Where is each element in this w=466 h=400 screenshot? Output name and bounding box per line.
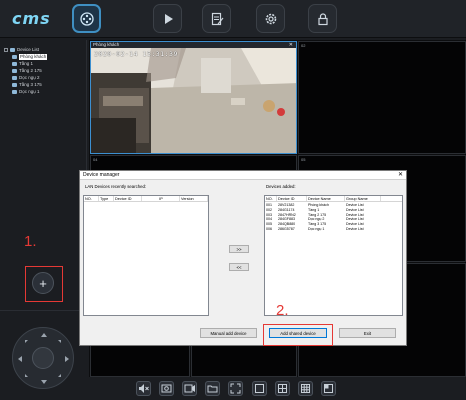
- camera-icon: [12, 62, 17, 66]
- tree-root[interactable]: Device List: [4, 47, 39, 53]
- camera-osd-timestamp: 2020-02-14 15:31:39: [94, 50, 178, 58]
- layout-1-button[interactable]: [252, 381, 267, 396]
- lan-devices-label: LAN Devices recently searched:: [85, 184, 147, 189]
- edit-doc-icon: [211, 12, 223, 25]
- layout-quad-icon: [278, 384, 287, 393]
- arrow-right-icon[interactable]: [65, 356, 69, 362]
- app-logo: cms: [12, 9, 51, 28]
- camera-icon: [12, 55, 17, 59]
- manual-add-device-button[interactable]: Manual add device: [200, 328, 257, 338]
- mute-button[interactable]: [136, 381, 151, 396]
- gear-icon: [265, 13, 276, 24]
- snapshot-button[interactable]: [159, 381, 174, 396]
- ptz-center-button[interactable]: [32, 347, 54, 369]
- camera-icon: [12, 76, 17, 80]
- table-row[interactable]: 006 286G5787 Dọc ngụ 1 Device List: [265, 227, 402, 232]
- camera-icon: [12, 90, 17, 94]
- added-devices-label: Devices added:: [266, 184, 296, 189]
- lock-button[interactable]: [308, 4, 337, 33]
- camera-feed-image: [91, 48, 296, 153]
- folder-icon: [207, 385, 218, 393]
- arrow-up-left-icon[interactable]: [25, 340, 28, 343]
- folder-icon: [10, 48, 15, 52]
- step-2-label: 2.: [276, 302, 289, 319]
- tree-item-tang-2[interactable]: Tầng 2 175: [12, 68, 42, 74]
- fullscreen-icon: [230, 383, 241, 394]
- layout-single-icon: [255, 384, 264, 393]
- log-button[interactable]: [202, 4, 231, 33]
- camera-icon: [12, 83, 17, 87]
- step-1-label: 1.: [24, 233, 37, 250]
- lock-icon: [317, 12, 328, 25]
- layout-9-button[interactable]: [298, 381, 313, 396]
- move-left-button[interactable]: <<: [229, 263, 249, 271]
- arrow-down-left-icon[interactable]: [25, 374, 28, 377]
- exit-button[interactable]: Exit: [339, 328, 396, 338]
- bottom-toolbar: [89, 377, 466, 400]
- added-devices-list[interactable]: NO. Device ID Device Name Group Name 001…: [264, 195, 403, 316]
- tree-item-doc-ngu-2[interactable]: Dọc ngụ 2: [12, 75, 40, 81]
- lan-list-header: NO. Type Device ID IP Version: [84, 196, 208, 202]
- speaker-mute-icon: [139, 384, 149, 393]
- ptz-joystick[interactable]: [12, 327, 74, 389]
- playback-button[interactable]: [153, 4, 182, 33]
- record-icon: [184, 384, 195, 393]
- added-list-header: NO. Device ID Device Name Group Name: [265, 196, 402, 202]
- arrow-up-icon[interactable]: [41, 333, 47, 337]
- camera-feed: 2020-02-14 15:31:39: [91, 48, 296, 153]
- arrow-down-icon[interactable]: [41, 380, 47, 384]
- arrow-left-icon[interactable]: [18, 356, 22, 362]
- play-icon: [164, 13, 173, 24]
- expand-icon[interactable]: [4, 48, 8, 52]
- layout-nine-icon: [301, 384, 310, 393]
- snapshot-icon: [161, 384, 172, 393]
- video-cell-02[interactable]: 02: [298, 41, 466, 154]
- layout-sixteen-icon: [324, 384, 333, 393]
- fullscreen-button[interactable]: [228, 381, 243, 396]
- arrow-down-right-icon[interactable]: [58, 374, 61, 377]
- device-manager-dialog: Device manager ✕ LAN Devices recently se…: [79, 170, 407, 346]
- film-reel-icon: [79, 11, 94, 26]
- layout-16-button[interactable]: [321, 381, 336, 396]
- video-cell-live[interactable]: Phòng khách ✕ 2020-02-14 15:31:39: [90, 41, 297, 154]
- tree-item-tang-1[interactable]: Tầng 1: [12, 61, 33, 67]
- tree-item-tang-3[interactable]: Tầng 3 175: [12, 82, 42, 88]
- tree-item-phong-khach[interactable]: Phòng khách: [12, 54, 48, 60]
- record-button[interactable]: [182, 381, 197, 396]
- added-list-rows: 001 28V21382 Phòng khách Device List 002…: [265, 203, 402, 232]
- lan-devices-list[interactable]: NO. Type Device ID IP Version: [83, 195, 209, 316]
- close-icon[interactable]: ✕: [398, 171, 403, 180]
- camera-icon: [12, 69, 17, 73]
- move-right-button[interactable]: >>: [229, 245, 249, 253]
- live-view-button[interactable]: [72, 4, 101, 33]
- top-bar: cms: [0, 0, 466, 38]
- plus-icon: +: [39, 275, 47, 291]
- layout-4-button[interactable]: [275, 381, 290, 396]
- add-device-button[interactable]: +: [32, 272, 54, 294]
- open-folder-button[interactable]: [205, 381, 220, 396]
- highlight-box-add-shared: [263, 324, 333, 346]
- cms-app: cms Device List Phòng khách Tầng 1 Tầng …: [0, 0, 466, 400]
- arrow-up-right-icon[interactable]: [58, 340, 61, 343]
- dialog-title: Device manager: [80, 171, 406, 180]
- settings-button[interactable]: [256, 4, 285, 33]
- ptz-panel: [0, 310, 87, 400]
- tree-item-doc-ngu-1[interactable]: Dọc ngụ 1: [12, 89, 40, 95]
